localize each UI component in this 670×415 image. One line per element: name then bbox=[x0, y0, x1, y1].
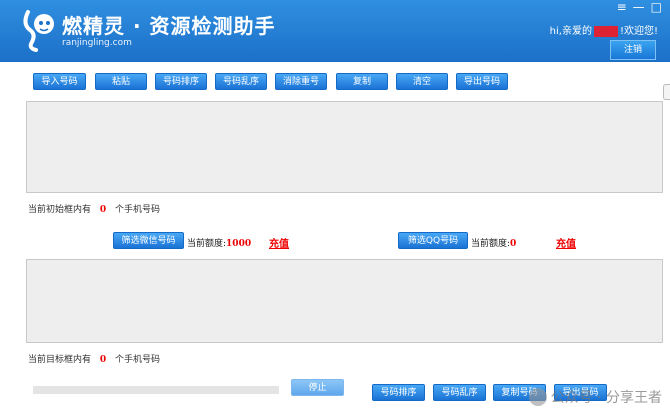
target-count-status: 当前目标框内有 0 个手机号码 bbox=[28, 352, 160, 365]
wechat-recharge-link[interactable]: 充值 bbox=[269, 235, 289, 250]
target-status-suffix: 个手机号码 bbox=[115, 355, 161, 365]
logout-button[interactable]: 注销 bbox=[610, 40, 656, 60]
minimize-icon[interactable]: — bbox=[633, 0, 645, 14]
qq-quota: 当前额度:0 bbox=[471, 236, 516, 249]
side-expand-handle[interactable] bbox=[663, 84, 670, 100]
source-count: 0 bbox=[99, 205, 107, 215]
import-numbers-button[interactable]: 导入号码 bbox=[33, 73, 86, 90]
qq-quota-label: 当前额度: bbox=[471, 239, 511, 249]
export-numbers-button[interactable]: 导出号码 bbox=[456, 73, 508, 90]
watermark: 公众号 · 分享王者 bbox=[528, 387, 662, 407]
source-status-suffix: 个手机号码 bbox=[115, 205, 161, 215]
filter-wechat-button[interactable]: 筛选微信号码 bbox=[113, 232, 184, 249]
source-status-prefix: 当前初始框内有 bbox=[28, 205, 92, 215]
app-header: 燃精灵 · 资源检测助手 ranjingling.com ≡ — □ hi,亲爱… bbox=[0, 0, 670, 62]
maximize-icon[interactable]: □ bbox=[651, 0, 662, 14]
wechat-quota-label: 当前额度: bbox=[187, 239, 227, 249]
stop-button[interactable]: 停止 bbox=[291, 379, 344, 396]
bottom-sort-button[interactable]: 号码排序 bbox=[372, 384, 425, 401]
qq-recharge-link[interactable]: 充值 bbox=[556, 235, 576, 250]
greeting-prefix: hi,亲爱的 bbox=[549, 26, 592, 37]
qq-quota-value: 0 bbox=[510, 239, 517, 249]
menu-icon[interactable]: ≡ bbox=[617, 0, 627, 14]
window-controls: ≡ — □ bbox=[617, 0, 662, 14]
greeting-suffix: !欢迎您! bbox=[619, 26, 658, 37]
target-count: 0 bbox=[99, 355, 107, 365]
wechat-public-icon bbox=[528, 388, 547, 406]
wechat-quota-value: 1000 bbox=[226, 239, 252, 249]
sort-numbers-button[interactable]: 号码排序 bbox=[155, 73, 207, 90]
target-numbers-textarea[interactable] bbox=[26, 259, 663, 343]
paste-button[interactable]: 粘贴 bbox=[95, 73, 147, 90]
source-numbers-textarea[interactable] bbox=[26, 101, 663, 193]
remove-duplicates-button[interactable]: 消除重号 bbox=[275, 73, 327, 90]
bottom-shuffle-button[interactable]: 号码乱序 bbox=[433, 384, 486, 401]
clear-button[interactable]: 清空 bbox=[396, 73, 448, 90]
site-url: ranjingling.com bbox=[62, 38, 132, 48]
source-count-status: 当前初始框内有 0 个手机号码 bbox=[28, 202, 160, 215]
progress-bar bbox=[33, 386, 279, 394]
shuffle-numbers-button[interactable]: 号码乱序 bbox=[215, 73, 267, 90]
target-status-prefix: 当前目标框内有 bbox=[28, 355, 92, 365]
watermark-text: 公众号 · 分享王者 bbox=[550, 390, 662, 406]
filter-qq-button[interactable]: 筛选QQ号码 bbox=[398, 232, 468, 249]
copy-button[interactable]: 复制 bbox=[336, 73, 388, 90]
app-title: 燃精灵 · 资源检测助手 bbox=[62, 14, 276, 38]
wechat-quota: 当前额度:1000 bbox=[187, 236, 251, 249]
user-name: 用户 bbox=[593, 26, 618, 37]
user-greeting: hi,亲爱的 用户 !欢迎您! bbox=[550, 22, 658, 37]
sprite-logo-icon bbox=[23, 10, 54, 52]
